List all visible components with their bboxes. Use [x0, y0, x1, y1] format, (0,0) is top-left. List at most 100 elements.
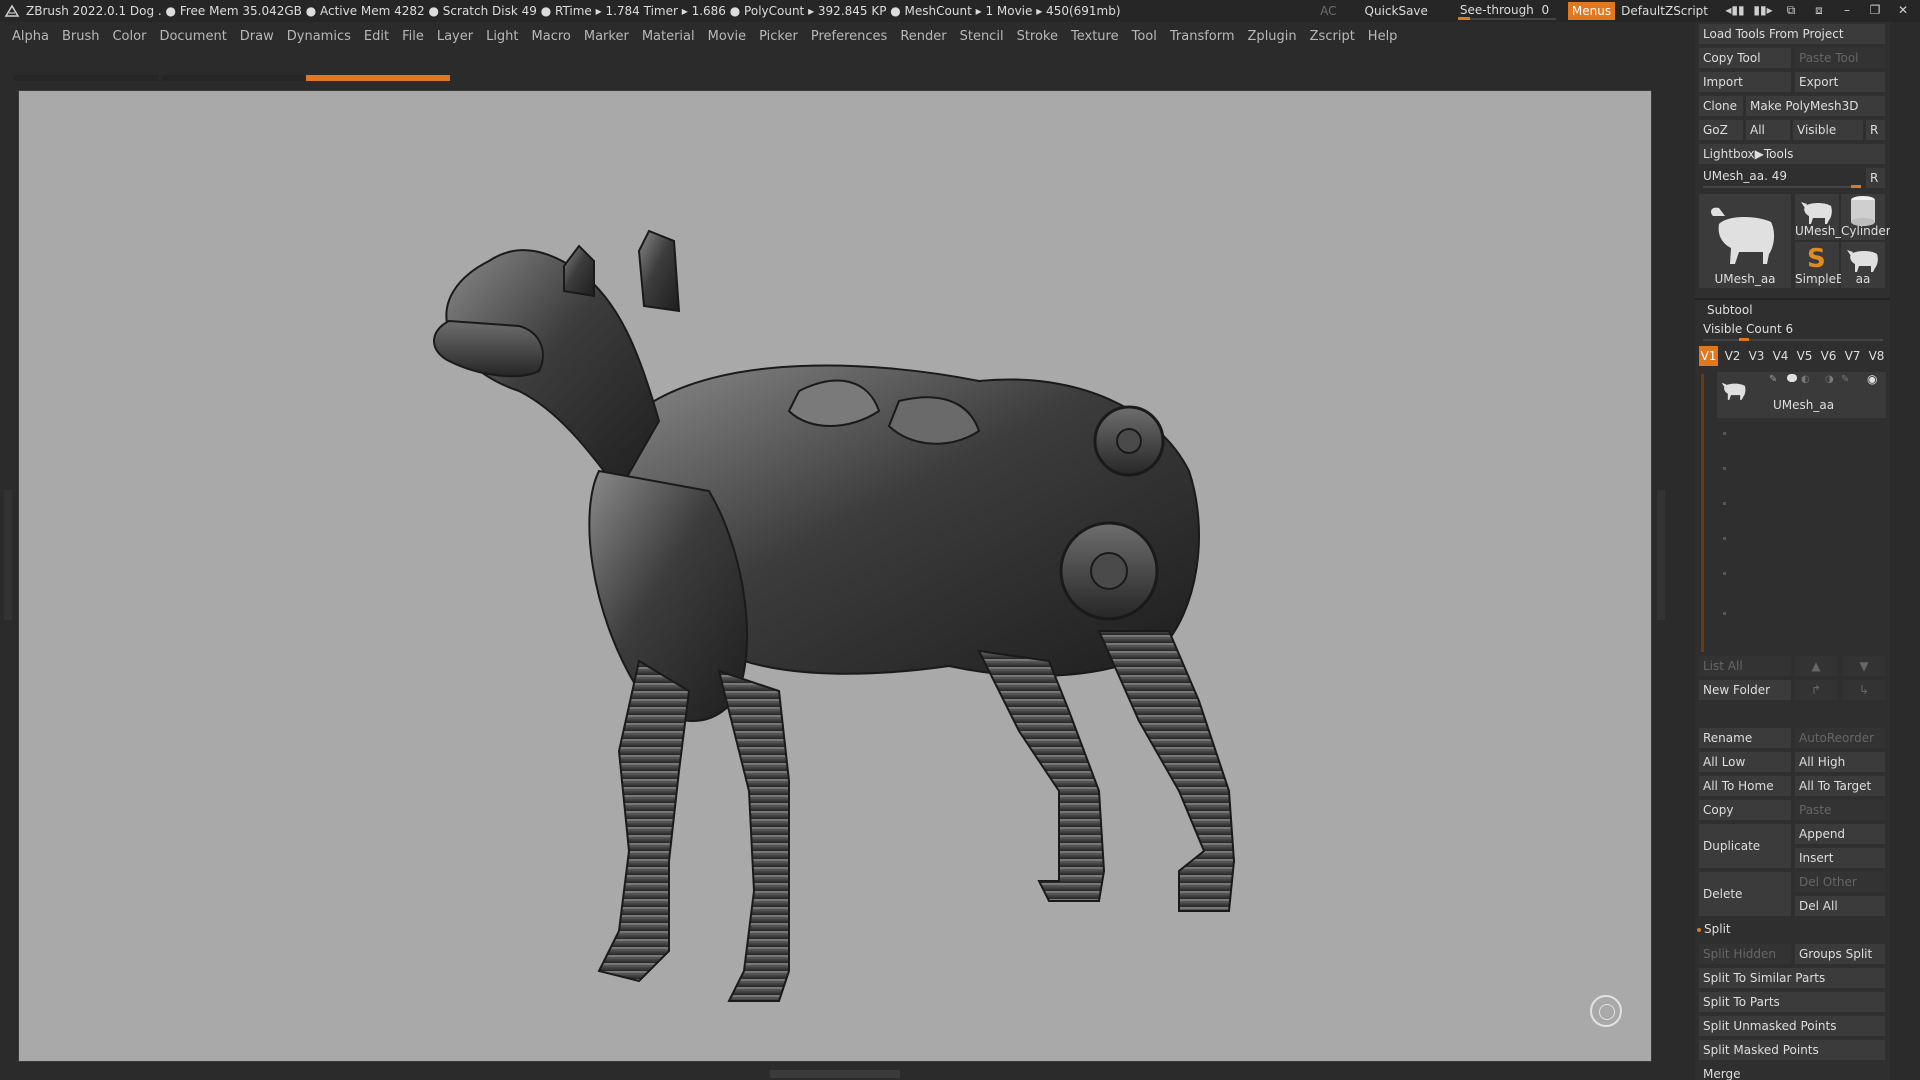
folder-out-icon[interactable]: ↱ [1795, 680, 1837, 700]
split-unmasked-points-button[interactable]: Split Unmasked Points [1699, 1016, 1885, 1036]
shelf-tab-2[interactable] [162, 75, 305, 81]
split-to-similar-parts-button[interactable]: Split To Similar Parts [1699, 968, 1885, 988]
menu-dynamics[interactable]: Dynamics [287, 29, 351, 44]
tool-thumb-umesh-aa-large[interactable]: UMesh_aa [1699, 194, 1791, 288]
split-section-header[interactable]: Split [1704, 922, 1731, 936]
split-masked-points-button[interactable]: Split Masked Points [1699, 1040, 1885, 1060]
goz-all-button[interactable]: All [1746, 120, 1790, 140]
import-button[interactable]: Import [1699, 72, 1791, 92]
subtool-toggle-icon[interactable] [1787, 374, 1797, 382]
menu-render[interactable]: Render [900, 29, 946, 44]
menu-alpha[interactable]: Alpha [12, 29, 49, 44]
menu-movie[interactable]: Movie [708, 29, 746, 44]
clone-button[interactable]: Clone [1699, 96, 1743, 116]
copy-subtool-button[interactable]: Copy [1699, 800, 1791, 820]
goz-visible-button[interactable]: Visible [1793, 120, 1863, 140]
tool-thumb-aa[interactable]: aa [1841, 242, 1885, 288]
paste-tool-button[interactable]: Paste Tool [1795, 48, 1885, 68]
menu-stroke[interactable]: Stroke [1017, 29, 1058, 44]
menus-toggle[interactable]: Menus [1567, 2, 1616, 20]
new-folder-button[interactable]: New Folder [1699, 680, 1791, 700]
tool-thumb-simplebrush[interactable]: S SimpleB [1795, 242, 1844, 288]
default-zscript-button[interactable]: DefaultZScript [1621, 4, 1708, 18]
subtool-edit-icon[interactable]: ✎ [1841, 374, 1849, 385]
tab-v4[interactable]: V4 [1771, 346, 1790, 366]
subtool-mask-icon[interactable]: ◐ [1801, 374, 1810, 385]
tool-thumb-umesh[interactable]: UMesh_ [1795, 194, 1841, 240]
ac-button[interactable]: AC [1320, 4, 1336, 18]
layout-prev-icon[interactable]: ◂▮▮ [1724, 3, 1746, 19]
menu-zscript[interactable]: Zscript [1310, 29, 1355, 44]
rename-button[interactable]: Rename [1699, 728, 1791, 748]
bottom-tray-handle[interactable] [770, 1070, 900, 1078]
make-polymesh3d-button[interactable]: Make PolyMesh3D [1746, 96, 1885, 116]
autoreorder-button[interactable]: AutoReorder [1795, 728, 1885, 748]
left-tray-handle[interactable] [4, 490, 12, 620]
split-hidden-button[interactable]: Split Hidden [1699, 944, 1791, 964]
subtool-eye-icon[interactable]: ◉ [1867, 372, 1877, 386]
tab-v6[interactable]: V6 [1819, 346, 1838, 366]
move-up-icon[interactable]: ▲ [1795, 656, 1837, 676]
paste-subtool-button[interactable]: Paste [1795, 800, 1885, 820]
ui-layout-icon[interactable]: ⧈ [1808, 3, 1830, 19]
shelf-tab-1[interactable] [14, 75, 159, 81]
close-icon[interactable]: ✕ [1892, 3, 1914, 19]
navigation-orbit-icon[interactable] [1590, 995, 1622, 1027]
right-tray-handle[interactable] [1657, 490, 1665, 620]
all-low-button[interactable]: All Low [1699, 752, 1791, 772]
shelf-tab-3-active[interactable] [306, 75, 450, 81]
menu-marker[interactable]: Marker [584, 29, 629, 44]
menu-tool[interactable]: Tool [1132, 29, 1157, 44]
menu-macro[interactable]: Macro [532, 29, 571, 44]
tool-thumb-cylinder[interactable]: Cylinder [1841, 194, 1890, 240]
menu-help[interactable]: Help [1368, 29, 1398, 44]
tab-v5[interactable]: V5 [1795, 346, 1814, 366]
menu-zplugin[interactable]: Zplugin [1248, 29, 1297, 44]
menu-draw[interactable]: Draw [240, 29, 274, 44]
menu-color[interactable]: Color [112, 29, 146, 44]
menu-document[interactable]: Document [159, 29, 226, 44]
goz-r-button[interactable]: R [1866, 120, 1885, 140]
menu-texture[interactable]: Texture [1071, 29, 1119, 44]
copy-tool-button[interactable]: Copy Tool [1699, 48, 1791, 68]
groups-split-button[interactable]: Groups Split [1795, 944, 1885, 964]
ui-swap-icon[interactable]: ⧉ [1780, 3, 1802, 19]
all-to-target-button[interactable]: All To Target [1795, 776, 1885, 796]
tab-v1[interactable]: V1 [1699, 346, 1718, 366]
menu-stencil[interactable]: Stencil [960, 29, 1004, 44]
menu-layer[interactable]: Layer [437, 29, 473, 44]
delete-button[interactable]: Delete [1699, 872, 1791, 916]
lightbox-tools-button[interactable]: Lightbox▶Tools [1699, 144, 1885, 164]
subtool-list-scrollbar[interactable] [1701, 374, 1704, 652]
visible-count-slider-knob[interactable] [1739, 338, 1749, 341]
move-down-icon[interactable]: ▼ [1843, 656, 1885, 676]
list-all-button[interactable]: List All [1699, 656, 1791, 676]
export-button[interactable]: Export [1795, 72, 1885, 92]
menu-picker[interactable]: Picker [759, 29, 798, 44]
del-other-button[interactable]: Del Other [1795, 872, 1885, 892]
append-button[interactable]: Append [1795, 824, 1885, 844]
merge-section-header[interactable]: Merge [1703, 1067, 1740, 1080]
split-to-parts-button[interactable]: Split To Parts [1699, 992, 1885, 1012]
insert-button[interactable]: Insert [1795, 848, 1885, 868]
menu-file[interactable]: File [402, 29, 424, 44]
del-all-button[interactable]: Del All [1795, 896, 1885, 916]
load-tools-from-project-button[interactable]: Load Tools From Project [1699, 24, 1885, 44]
goz-button[interactable]: GoZ [1699, 120, 1743, 140]
restore-icon[interactable]: ❐ [1864, 3, 1886, 19]
menu-light[interactable]: Light [486, 29, 518, 44]
duplicate-button[interactable]: Duplicate [1699, 824, 1791, 868]
folder-in-icon[interactable]: ↳ [1843, 680, 1885, 700]
tab-v2[interactable]: V2 [1723, 346, 1742, 366]
layout-next-icon[interactable]: ▮▮▸ [1752, 3, 1774, 19]
see-through-slider[interactable]: See-through 0 [1454, 2, 1560, 20]
menu-brush[interactable]: Brush [62, 29, 100, 44]
menu-material[interactable]: Material [642, 29, 695, 44]
current-tool-slider-knob[interactable] [1851, 185, 1861, 188]
subtool-polyframe-icon[interactable]: ◑ [1825, 374, 1834, 385]
menu-transform[interactable]: Transform [1170, 29, 1235, 44]
subtool-section-header[interactable]: Subtool [1695, 298, 1890, 318]
tab-v7[interactable]: V7 [1843, 346, 1862, 366]
visible-count-slider-track[interactable] [1703, 339, 1883, 341]
minimize-icon[interactable]: – [1836, 3, 1858, 19]
